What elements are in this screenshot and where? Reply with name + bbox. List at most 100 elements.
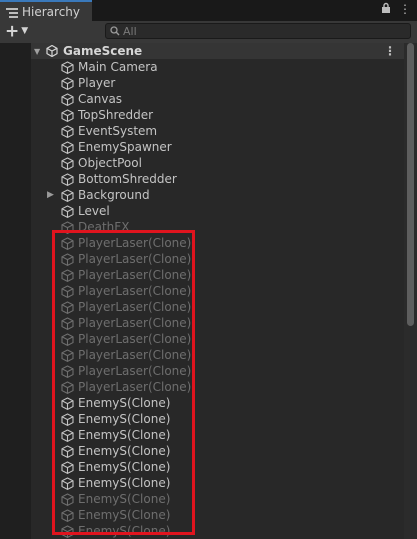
scene-kebab-menu-icon[interactable]: ⋮ [384,44,396,58]
hierarchy-item[interactable]: ObjectPool [0,155,404,171]
hierarchy-item-label: EnemyS(Clone) [78,444,171,458]
gameobject-cube-icon [61,221,74,235]
hierarchy-item[interactable]: EnemyS(Clone) [0,475,404,491]
hierarchy-item-label: Main Camera [78,60,158,74]
gameobject-cube-icon [61,109,74,123]
hierarchy-item[interactable]: PlayerLaser(Clone) [0,235,404,251]
hierarchy-item[interactable]: TopShredder [0,107,404,123]
vertical-scrollbar[interactable] [404,43,417,539]
gameobject-cube-icon [61,189,74,203]
gameobject-cube-icon [61,157,74,171]
hierarchy-item-label: Canvas [78,92,123,106]
hierarchy-item-label: PlayerLaser(Clone) [78,252,192,266]
gameobject-cube-icon [61,237,74,251]
hierarchy-item-label: EnemyS(Clone) [78,428,171,442]
lock-icon[interactable] [381,2,391,17]
hierarchy-item[interactable]: ▶ Background [0,187,404,203]
gameobject-cube-icon [61,365,74,379]
hierarchy-icon [6,7,18,18]
hierarchy-item[interactable]: PlayerLaser(Clone) [0,379,404,395]
hierarchy-item-label: PlayerLaser(Clone) [78,380,192,394]
search-field[interactable] [105,23,411,39]
hierarchy-item[interactable]: PlayerLaser(Clone) [0,347,404,363]
hierarchy-item[interactable]: PlayerLaser(Clone) [0,299,404,315]
hierarchy-item-label: EnemyS(Clone) [78,460,171,474]
hierarchy-item-label: ObjectPool [78,156,142,170]
chevron-down-icon: ▼ [21,26,29,36]
gameobject-cube-icon [61,413,74,427]
hierarchy-item[interactable]: EnemyS(Clone) [0,443,404,459]
scene-name: GameScene [63,44,143,58]
hierarchy-item-label: PlayerLaser(Clone) [78,236,192,250]
hierarchy-item-label: Background [78,188,150,202]
hierarchy-item[interactable]: BottomShredder [0,171,404,187]
hierarchy-item[interactable]: EnemyS(Clone) [0,523,404,539]
expand-arrow-icon[interactable]: ▶ [47,187,54,203]
gameobject-cube-icon [61,285,74,299]
hierarchy-item[interactable]: EnemyS(Clone) [0,507,404,523]
gameobject-cube-icon [61,381,74,395]
hierarchy-item[interactable]: Level [0,203,404,219]
add-object-button[interactable]: + ▼ [5,23,28,41]
search-input[interactable] [120,24,393,38]
hierarchy-item-label: DeathFX [78,220,130,234]
tab-controls: ⋮ [381,2,411,17]
hierarchy-item[interactable]: PlayerLaser(Clone) [0,315,404,331]
hierarchy-item-label: EnemySpawner [78,140,172,154]
scene-header[interactable]: ▼ GameScene ⋮ [31,43,404,59]
hierarchy-item-label: PlayerLaser(Clone) [78,300,192,314]
hierarchy-item[interactable]: PlayerLaser(Clone) [0,251,404,267]
hierarchy-item[interactable]: EnemySpawner [0,139,404,155]
hierarchy-item-label: Level [78,204,110,218]
hierarchy-item-label: PlayerLaser(Clone) [78,332,192,346]
gameobject-cube-icon [61,445,74,459]
hierarchy-item[interactable]: PlayerLaser(Clone) [0,283,404,299]
tab-bar: Hierarchy ⋮ [0,0,417,21]
gameobject-cube-icon [61,141,74,155]
gameobject-cube-icon [61,61,74,75]
gameobject-cube-icon [61,525,74,539]
hierarchy-item-label: PlayerLaser(Clone) [78,268,192,282]
hierarchy-item-label: Player [78,76,116,90]
gameobject-cube-icon [61,349,74,363]
hierarchy-item[interactable]: EnemyS(Clone) [0,395,404,411]
gameobject-cube-icon [61,301,74,315]
hierarchy-rows: Main Camera Player Canvas TopShredder EventS… [0,59,404,539]
hierarchy-item[interactable]: EnemyS(Clone) [0,459,404,475]
gameobject-cube-icon [61,461,74,475]
hierarchy-item[interactable]: Player [0,75,404,91]
hierarchy-item-label: BottomShredder [78,172,177,186]
hierarchy-item[interactable]: EnemyS(Clone) [0,411,404,427]
gameobject-cube-icon [61,125,74,139]
hierarchy-item-label: EnemyS(Clone) [78,508,171,522]
hierarchy-item[interactable]: PlayerLaser(Clone) [0,363,404,379]
hierarchy-item[interactable]: EnemyS(Clone) [0,491,404,507]
hierarchy-item[interactable]: EventSystem [0,123,404,139]
unity-scene-icon [46,45,58,57]
hierarchy-item-label: PlayerLaser(Clone) [78,284,192,298]
gameobject-cube-icon [61,477,74,491]
tab-title: Hierarchy [22,4,81,19]
scrollbar-thumb[interactable] [407,43,414,326]
hierarchy-item-label: PlayerLaser(Clone) [78,364,192,378]
hierarchy-item[interactable]: Main Camera [0,59,404,75]
gameobject-cube-icon [61,93,74,107]
gameobject-cube-icon [61,493,74,507]
hierarchy-item-label: PlayerLaser(Clone) [78,316,192,330]
hierarchy-item[interactable]: EnemyS(Clone) [0,427,404,443]
hierarchy-item-label: EnemyS(Clone) [78,396,171,410]
hierarchy-item[interactable]: Canvas [0,91,404,107]
hierarchy-item-label: EnemyS(Clone) [78,524,171,538]
kebab-menu-icon[interactable]: ⋮ [399,2,411,17]
expand-arrow-icon[interactable]: ▼ [34,47,46,56]
hierarchy-tree[interactable]: ▼ GameScene ⋮ Main Camera Player Canvas Top… [0,43,404,539]
gameobject-cube-icon [61,173,74,187]
hierarchy-item-label: EventSystem [78,124,158,138]
hierarchy-item[interactable]: DeathFX [0,219,404,235]
hierarchy-item[interactable]: PlayerLaser(Clone) [0,267,404,283]
hierarchy-item[interactable]: PlayerLaser(Clone) [0,331,404,347]
tab-hierarchy[interactable]: Hierarchy [0,0,92,21]
hierarchy-item-label: EnemyS(Clone) [78,492,171,506]
hierarchy-item-label: PlayerLaser(Clone) [78,348,192,362]
search-icon [110,26,120,36]
